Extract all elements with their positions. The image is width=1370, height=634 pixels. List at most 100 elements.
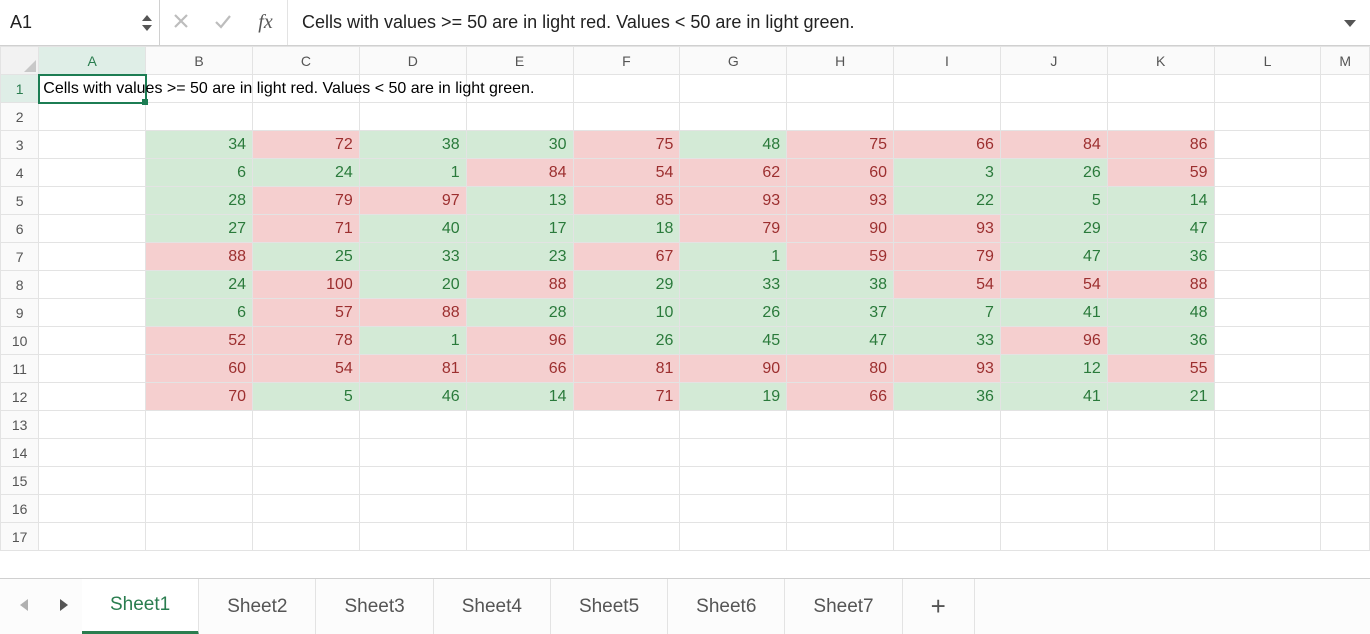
row-header-8[interactable]: 8 <box>1 271 39 299</box>
cell-B13[interactable] <box>146 411 253 439</box>
cell-L9[interactable] <box>1214 299 1321 327</box>
cell-C8[interactable]: 100 <box>252 271 359 299</box>
select-all-corner[interactable] <box>1 47 39 75</box>
cell-D1[interactable] <box>359 75 466 103</box>
cell-L4[interactable] <box>1214 159 1321 187</box>
cell-K17[interactable] <box>1107 523 1214 551</box>
cell-M8[interactable] <box>1321 271 1370 299</box>
cell-A15[interactable] <box>39 467 146 495</box>
cell-H7[interactable]: 59 <box>787 243 894 271</box>
cell-E14[interactable] <box>466 439 573 467</box>
cell-M11[interactable] <box>1321 355 1370 383</box>
cell-H2[interactable] <box>787 103 894 131</box>
cell-F9[interactable]: 10 <box>573 299 680 327</box>
cell-J7[interactable]: 47 <box>1000 243 1107 271</box>
cell-I10[interactable]: 33 <box>894 327 1001 355</box>
cell-B9[interactable]: 6 <box>146 299 253 327</box>
cell-B14[interactable] <box>146 439 253 467</box>
name-box[interactable]: A1 <box>0 0 160 46</box>
row-header-16[interactable]: 16 <box>1 495 39 523</box>
cell-C6[interactable]: 71 <box>252 215 359 243</box>
cell-A17[interactable] <box>39 523 146 551</box>
column-header-H[interactable]: H <box>787 47 894 75</box>
cancel-button[interactable] <box>160 0 202 46</box>
cell-B11[interactable]: 60 <box>146 355 253 383</box>
cell-G16[interactable] <box>680 495 787 523</box>
row-header-5[interactable]: 5 <box>1 187 39 215</box>
cell-I7[interactable]: 79 <box>894 243 1001 271</box>
chevron-down-icon[interactable] <box>141 24 153 32</box>
sheet-tab-sheet1[interactable]: Sheet1 <box>82 579 199 634</box>
cell-M9[interactable] <box>1321 299 1370 327</box>
sheet-tab-sheet4[interactable]: Sheet4 <box>434 579 551 634</box>
cell-I13[interactable] <box>894 411 1001 439</box>
cell-C5[interactable]: 79 <box>252 187 359 215</box>
cell-H17[interactable] <box>787 523 894 551</box>
cell-I4[interactable]: 3 <box>894 159 1001 187</box>
cell-I9[interactable]: 7 <box>894 299 1001 327</box>
cell-F4[interactable]: 54 <box>573 159 680 187</box>
cell-C11[interactable]: 54 <box>252 355 359 383</box>
cell-A10[interactable] <box>39 327 146 355</box>
cell-B12[interactable]: 70 <box>146 383 253 411</box>
cell-E9[interactable]: 28 <box>466 299 573 327</box>
cell-G4[interactable]: 62 <box>680 159 787 187</box>
cell-K7[interactable]: 36 <box>1107 243 1214 271</box>
cell-G15[interactable] <box>680 467 787 495</box>
cell-J14[interactable] <box>1000 439 1107 467</box>
cell-H3[interactable]: 75 <box>787 131 894 159</box>
sheet-tab-sheet5[interactable]: Sheet5 <box>551 579 668 634</box>
cell-H12[interactable]: 66 <box>787 383 894 411</box>
cell-H13[interactable] <box>787 411 894 439</box>
cell-F2[interactable] <box>573 103 680 131</box>
column-header-F[interactable]: F <box>573 47 680 75</box>
cell-F7[interactable]: 67 <box>573 243 680 271</box>
cell-F14[interactable] <box>573 439 680 467</box>
cell-G7[interactable]: 1 <box>680 243 787 271</box>
column-header-J[interactable]: J <box>1000 47 1107 75</box>
cell-K2[interactable] <box>1107 103 1214 131</box>
cell-A1[interactable]: Cells with values >= 50 are in light red… <box>39 75 146 103</box>
cell-M17[interactable] <box>1321 523 1370 551</box>
cell-H8[interactable]: 38 <box>787 271 894 299</box>
cell-E2[interactable] <box>466 103 573 131</box>
cell-D17[interactable] <box>359 523 466 551</box>
cell-G13[interactable] <box>680 411 787 439</box>
cell-H5[interactable]: 93 <box>787 187 894 215</box>
cell-F13[interactable] <box>573 411 680 439</box>
row-header-10[interactable]: 10 <box>1 327 39 355</box>
cell-G9[interactable]: 26 <box>680 299 787 327</box>
cell-A2[interactable] <box>39 103 146 131</box>
cell-K12[interactable]: 21 <box>1107 383 1214 411</box>
cell-F5[interactable]: 85 <box>573 187 680 215</box>
sheet-tab-sheet2[interactable]: Sheet2 <box>199 579 316 634</box>
column-header-C[interactable]: C <box>252 47 359 75</box>
cell-B1[interactable] <box>146 75 253 103</box>
row-header-7[interactable]: 7 <box>1 243 39 271</box>
cell-C13[interactable] <box>252 411 359 439</box>
cell-L1[interactable] <box>1214 75 1321 103</box>
cell-B10[interactable]: 52 <box>146 327 253 355</box>
column-header-M[interactable]: M <box>1321 47 1370 75</box>
row-header-9[interactable]: 9 <box>1 299 39 327</box>
cell-M12[interactable] <box>1321 383 1370 411</box>
cell-K10[interactable]: 36 <box>1107 327 1214 355</box>
cell-D2[interactable] <box>359 103 466 131</box>
cell-L15[interactable] <box>1214 467 1321 495</box>
cell-M1[interactable] <box>1321 75 1370 103</box>
cell-K16[interactable] <box>1107 495 1214 523</box>
cell-A16[interactable] <box>39 495 146 523</box>
cell-F12[interactable]: 71 <box>573 383 680 411</box>
cell-J3[interactable]: 84 <box>1000 131 1107 159</box>
cell-G10[interactable]: 45 <box>680 327 787 355</box>
cell-I12[interactable]: 36 <box>894 383 1001 411</box>
cell-C9[interactable]: 57 <box>252 299 359 327</box>
row-header-13[interactable]: 13 <box>1 411 39 439</box>
cell-G8[interactable]: 33 <box>680 271 787 299</box>
cell-K4[interactable]: 59 <box>1107 159 1214 187</box>
name-box-steppers[interactable] <box>141 14 153 32</box>
cell-M13[interactable] <box>1321 411 1370 439</box>
formula-input[interactable]: Cells with values >= 50 are in light red… <box>288 0 1330 45</box>
column-header-L[interactable]: L <box>1214 47 1321 75</box>
cell-B8[interactable]: 24 <box>146 271 253 299</box>
